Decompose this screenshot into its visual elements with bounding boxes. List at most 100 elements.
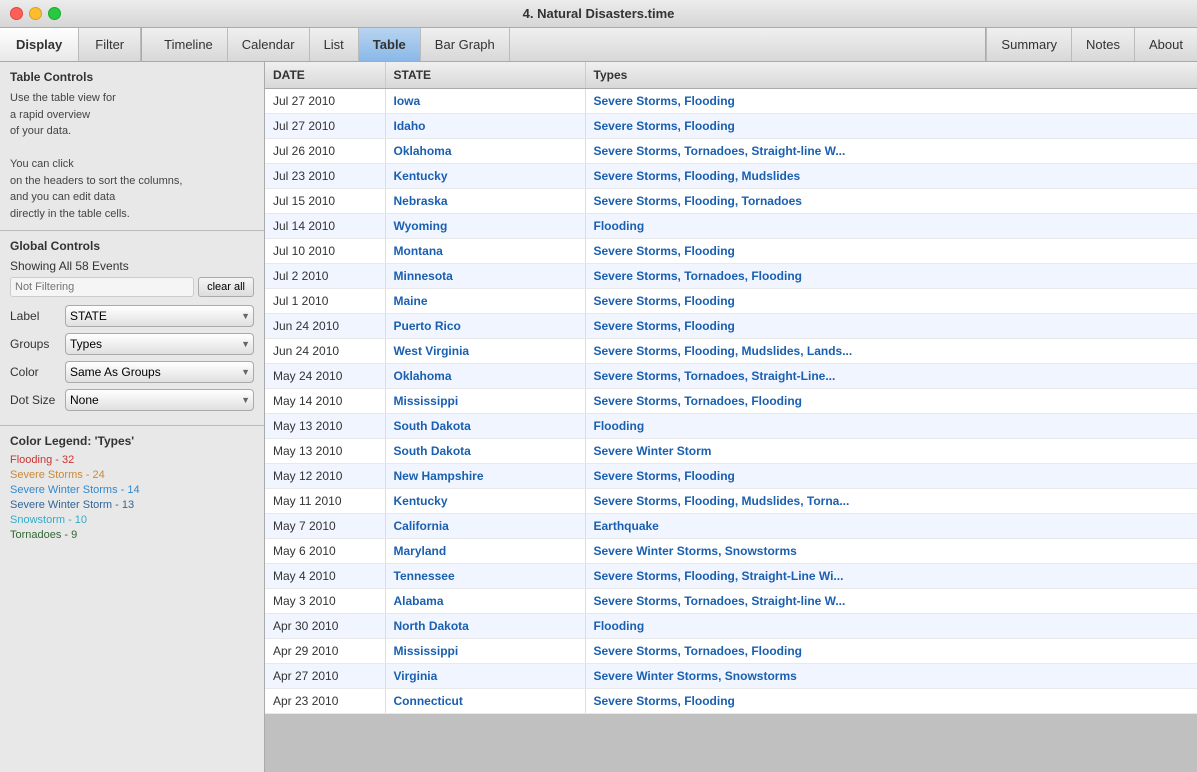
global-controls-section: Global Controls Showing All 58 Events cl…: [0, 231, 264, 426]
tab-timeline[interactable]: Timeline: [150, 28, 228, 61]
data-table[interactable]: DATE STATE Types Jul 27 2010 Iowa Severe…: [265, 62, 1197, 772]
table-row[interactable]: May 11 2010 Kentucky Severe Storms, Floo…: [265, 489, 1197, 514]
content-area: DATE STATE Types Jul 27 2010 Iowa Severe…: [265, 62, 1197, 772]
events-table: DATE STATE Types Jul 27 2010 Iowa Severe…: [265, 62, 1197, 714]
table-row[interactable]: Jul 2 2010 Minnesota Severe Storms, Torn…: [265, 264, 1197, 289]
table-row[interactable]: Jul 15 2010 Nebraska Severe Storms, Floo…: [265, 189, 1197, 214]
table-row[interactable]: Jun 24 2010 West Virginia Severe Storms,…: [265, 339, 1197, 364]
table-row[interactable]: Jul 23 2010 Kentucky Severe Storms, Floo…: [265, 164, 1197, 189]
table-row[interactable]: Apr 29 2010 Mississippi Severe Storms, T…: [265, 639, 1197, 664]
main-layout: Table Controls Use the table view for a …: [0, 62, 1197, 772]
cell-date: May 24 2010: [265, 364, 385, 389]
table-row[interactable]: Jul 27 2010 Iowa Severe Storms, Flooding: [265, 89, 1197, 114]
table-row[interactable]: Apr 30 2010 North Dakota Flooding: [265, 614, 1197, 639]
table-row[interactable]: May 12 2010 New Hampshire Severe Storms,…: [265, 464, 1197, 489]
cell-state: South Dakota: [385, 439, 585, 464]
cell-date: Apr 23 2010: [265, 689, 385, 714]
legend-item-flooding: Flooding - 32: [10, 454, 254, 466]
minimize-button[interactable]: [29, 7, 42, 20]
cell-state: Minnesota: [385, 264, 585, 289]
tab-bar-graph[interactable]: Bar Graph: [421, 28, 510, 61]
table-row[interactable]: Apr 23 2010 Connecticut Severe Storms, F…: [265, 689, 1197, 714]
cell-date: May 13 2010: [265, 414, 385, 439]
col-header-types[interactable]: Types: [585, 62, 1197, 89]
cell-types: Severe Storms, Flooding: [585, 689, 1197, 714]
cell-state: South Dakota: [385, 414, 585, 439]
dot-size-select[interactable]: None: [65, 389, 254, 411]
cell-types: Severe Storms, Flooding, Mudslides, Land…: [585, 339, 1197, 364]
groups-select-wrapper: Types ▼: [65, 333, 254, 355]
groups-control-row: Groups Types ▼: [10, 333, 254, 355]
label-select[interactable]: STATE: [65, 305, 254, 327]
cell-state: Kentucky: [385, 489, 585, 514]
color-select[interactable]: Same As Groups: [65, 361, 254, 383]
window-controls[interactable]: [10, 7, 61, 20]
cell-types: Earthquake: [585, 514, 1197, 539]
tab-table[interactable]: Table: [359, 28, 421, 61]
cell-date: Apr 27 2010: [265, 664, 385, 689]
tab-notes[interactable]: Notes: [1071, 28, 1134, 61]
cell-types: Severe Storms, Flooding, Straight-Line W…: [585, 564, 1197, 589]
cell-state: Oklahoma: [385, 139, 585, 164]
table-row[interactable]: May 3 2010 Alabama Severe Storms, Tornad…: [265, 589, 1197, 614]
close-button[interactable]: [10, 7, 23, 20]
cell-state: Tennessee: [385, 564, 585, 589]
col-header-date[interactable]: DATE: [265, 62, 385, 89]
table-row[interactable]: Jul 10 2010 Montana Severe Storms, Flood…: [265, 239, 1197, 264]
cell-date: May 3 2010: [265, 589, 385, 614]
table-row[interactable]: May 7 2010 California Earthquake: [265, 514, 1197, 539]
maximize-button[interactable]: [48, 7, 61, 20]
dot-size-control-label: Dot Size: [10, 393, 65, 407]
cell-state: Maine: [385, 289, 585, 314]
table-row[interactable]: May 6 2010 Maryland Severe Winter Storms…: [265, 539, 1197, 564]
groups-select[interactable]: Types: [65, 333, 254, 355]
cell-state: Connecticut: [385, 689, 585, 714]
sidebar: Table Controls Use the table view for a …: [0, 62, 265, 772]
cell-date: Jul 14 2010: [265, 214, 385, 239]
tab-about[interactable]: About: [1134, 28, 1197, 61]
table-row[interactable]: Jun 24 2010 Puerto Rico Severe Storms, F…: [265, 314, 1197, 339]
col-header-state[interactable]: STATE: [385, 62, 585, 89]
table-row[interactable]: May 13 2010 South Dakota Severe Winter S…: [265, 439, 1197, 464]
showing-events: Showing All 58 Events: [10, 259, 254, 273]
cell-state: Iowa: [385, 89, 585, 114]
toolbar-right: Summary Notes About: [985, 28, 1197, 61]
table-row[interactable]: May 24 2010 Oklahoma Severe Storms, Torn…: [265, 364, 1197, 389]
table-row[interactable]: May 4 2010 Tennessee Severe Storms, Floo…: [265, 564, 1197, 589]
table-row[interactable]: Jul 1 2010 Maine Severe Storms, Flooding: [265, 289, 1197, 314]
table-row[interactable]: May 14 2010 Mississippi Severe Storms, T…: [265, 389, 1197, 414]
filter-input[interactable]: [10, 277, 194, 297]
cell-types: Severe Storms, Tornadoes, Straight-Line.…: [585, 364, 1197, 389]
cell-types: Severe Storms, Tornadoes, Flooding: [585, 389, 1197, 414]
table-row[interactable]: Jul 26 2010 Oklahoma Severe Storms, Torn…: [265, 139, 1197, 164]
color-select-wrapper: Same As Groups ▼: [65, 361, 254, 383]
cell-state: Mississippi: [385, 639, 585, 664]
table-row[interactable]: Apr 27 2010 Virginia Severe Winter Storm…: [265, 664, 1197, 689]
table-row[interactable]: Jul 27 2010 Idaho Severe Storms, Floodin…: [265, 114, 1197, 139]
cell-state: Virginia: [385, 664, 585, 689]
dot-size-select-wrapper: None ▼: [65, 389, 254, 411]
toolbar-left: Display Filter: [0, 28, 142, 61]
cell-state: New Hampshire: [385, 464, 585, 489]
tab-calendar[interactable]: Calendar: [228, 28, 310, 61]
cell-date: May 4 2010: [265, 564, 385, 589]
cell-state: North Dakota: [385, 614, 585, 639]
tab-summary[interactable]: Summary: [986, 28, 1071, 61]
color-legend-title: Color Legend: 'Types': [10, 434, 254, 448]
cell-date: Jul 27 2010: [265, 114, 385, 139]
tab-list[interactable]: List: [310, 28, 359, 61]
clear-all-button[interactable]: clear all: [198, 277, 254, 297]
table-row[interactable]: Jul 14 2010 Wyoming Flooding: [265, 214, 1197, 239]
cell-types: Flooding: [585, 614, 1197, 639]
cell-types: Severe Storms, Flooding: [585, 314, 1197, 339]
tab-display[interactable]: Display: [0, 28, 79, 61]
table-row[interactable]: May 13 2010 South Dakota Flooding: [265, 414, 1197, 439]
cell-state: Nebraska: [385, 189, 585, 214]
cell-state: Maryland: [385, 539, 585, 564]
cell-types: Severe Storms, Flooding, Tornadoes: [585, 189, 1197, 214]
cell-date: Jul 15 2010: [265, 189, 385, 214]
tab-filter[interactable]: Filter: [79, 28, 141, 61]
cell-date: Jul 27 2010: [265, 89, 385, 114]
cell-date: Jul 2 2010: [265, 264, 385, 289]
cell-types: Flooding: [585, 214, 1197, 239]
